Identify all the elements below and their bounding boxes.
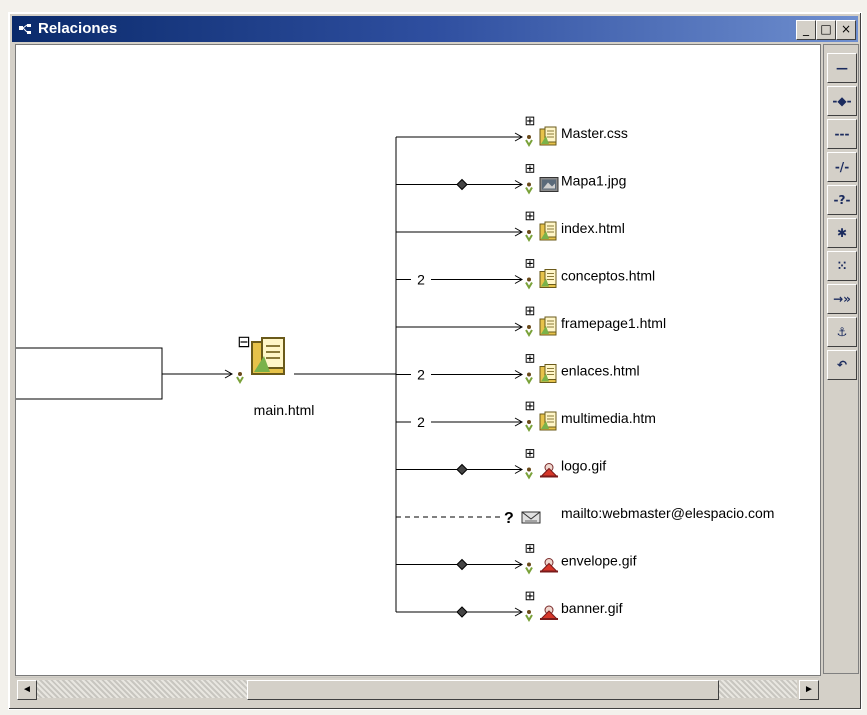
root-document-icon[interactable]: [251, 337, 285, 375]
child-node-label[interactable]: enlaces.html: [561, 363, 640, 379]
child-node-label[interactable]: multimedia.htm: [561, 410, 656, 426]
link-diamond-tool-icon[interactable]: -◆-: [827, 86, 857, 116]
document-icon[interactable]: [539, 316, 557, 336]
link-diamond-marker: [456, 606, 468, 618]
document-icon[interactable]: [539, 126, 557, 146]
expand-node-icon[interactable]: ⊞: [525, 351, 536, 366]
expand-node-icon[interactable]: ⊞: [525, 588, 536, 603]
expand-node-icon[interactable]: ⊞: [525, 256, 536, 271]
child-node-label[interactable]: envelope.gif: [561, 553, 637, 569]
star-tool-icon[interactable]: ✱: [827, 218, 857, 248]
unknown-link-tool-icon[interactable]: -?-: [827, 185, 857, 215]
minimize-button[interactable]: _: [796, 20, 816, 40]
link-marker: [525, 420, 533, 432]
expand-node-icon[interactable]: ⊞: [525, 208, 536, 223]
root-link-marker: [236, 372, 244, 384]
gif-image-icon[interactable]: [539, 558, 559, 573]
scroll-right-button[interactable]: ►: [799, 680, 819, 700]
close-button[interactable]: ×: [836, 20, 856, 40]
child-node-label[interactable]: Master.css: [561, 125, 628, 141]
mail-icon[interactable]: [521, 511, 541, 524]
relations-app-icon: [19, 24, 31, 34]
gif-image-icon[interactable]: [539, 605, 559, 620]
window-title: Relaciones: [38, 20, 118, 37]
gif-image-icon[interactable]: [539, 463, 559, 478]
dashed-link-tool-icon[interactable]: ---: [827, 119, 857, 149]
relations-canvas[interactable]: ⊟ main.html ⊞ Master.css ⊞ Mapa1.jpg ⊞ index.ht…: [15, 44, 821, 676]
root-node-label: main.html: [254, 402, 315, 418]
incoming-link-box: [16, 347, 163, 400]
link-marker: [525, 182, 533, 195]
root-collapse-icon[interactable]: ⊟: [237, 334, 250, 351]
expand-node-icon[interactable]: ⊞: [525, 446, 536, 461]
expand-node-icon[interactable]: ⊞: [525, 303, 536, 318]
link-marker: [525, 372, 533, 385]
link-marker: [525, 325, 533, 337]
document-icon[interactable]: [539, 269, 557, 288]
unknown-link-mark: ?: [504, 510, 514, 527]
child-node-label[interactable]: mailto:webmaster@elespacio.com: [561, 505, 774, 521]
link-marker: [525, 277, 533, 290]
maximize-button[interactable]: □: [816, 20, 836, 40]
link-count: 2: [417, 367, 425, 383]
undo-tool-icon[interactable]: ↶: [827, 350, 857, 380]
horizontal-scrollbar[interactable]: ◄ ►: [15, 677, 819, 700]
child-node-label[interactable]: index.html: [561, 220, 625, 236]
expand-node-icon[interactable]: ⊞: [525, 113, 536, 128]
relations-window: Relaciones _ □ × ⊟ main.html ⊞ Master.css ⊞ M…: [8, 12, 862, 710]
title-bar[interactable]: Relaciones _ □ ×: [12, 16, 858, 42]
scroll-left-button[interactable]: ◄: [17, 680, 37, 700]
link-toolbox: — -◆- --- -/- -?- ✱ ⁙ →» ⚓ ↶: [823, 44, 859, 674]
expand-node-icon[interactable]: ⊞: [525, 398, 536, 413]
link-diamond-marker: [456, 463, 468, 476]
child-node-label[interactable]: Mapa1.jpg: [561, 173, 626, 189]
link-marker: [525, 610, 533, 622]
link-count: 2: [417, 414, 425, 430]
link-marker: [525, 135, 533, 147]
forward-tool-icon[interactable]: →»: [827, 284, 857, 314]
document-icon[interactable]: [539, 221, 557, 241]
link-tool-icon[interactable]: —: [827, 53, 857, 83]
relations-graph: ⊟ main.html ⊞ Master.css ⊞ Mapa1.jpg ⊞ index.ht…: [16, 113, 774, 622]
expand-node-icon[interactable]: ⊞: [525, 161, 536, 176]
image-icon[interactable]: [539, 177, 559, 192]
scroll-thumb[interactable]: [247, 680, 719, 700]
link-marker: [525, 230, 533, 242]
document-icon[interactable]: [539, 364, 557, 383]
child-node-label[interactable]: logo.gif: [561, 458, 606, 474]
anchor-tool-icon[interactable]: ⚓: [827, 317, 857, 347]
child-node-label[interactable]: conceptos.html: [561, 268, 655, 284]
document-icon[interactable]: [539, 411, 557, 431]
expand-tool-icon[interactable]: ⁙: [827, 251, 857, 281]
broken-link-tool-icon[interactable]: -/-: [827, 152, 857, 182]
child-node-label[interactable]: banner.gif: [561, 600, 623, 616]
child-node-label[interactable]: framepage1.html: [561, 315, 666, 331]
link-marker: [525, 562, 533, 575]
link-diamond-marker: [456, 178, 468, 191]
expand-node-icon[interactable]: ⊞: [525, 541, 536, 556]
link-marker: [525, 467, 533, 480]
link-count: 2: [417, 272, 425, 288]
link-diamond-marker: [456, 558, 468, 571]
